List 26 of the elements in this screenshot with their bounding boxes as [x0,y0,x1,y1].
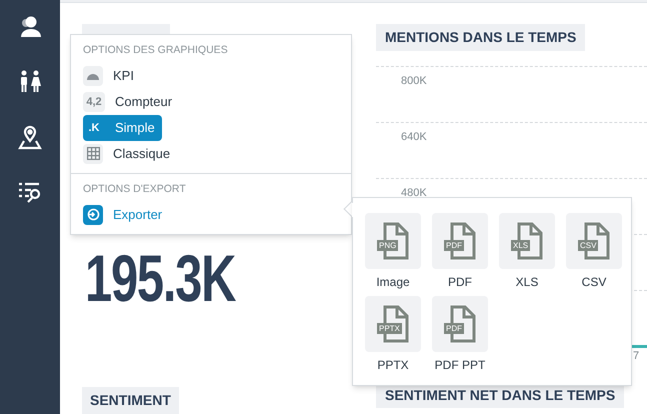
menu-item[interactable]: KPI [83,62,141,89]
chart-title: MENTIONS DANS LE TEMPS [376,24,586,51]
file-type-label: CSV [578,240,598,251]
mentions-value: 195.3K [85,248,237,308]
axis-label: 640K [401,131,427,143]
file-type-label: PDF [444,240,464,251]
map-pin-icon[interactable] [17,124,43,150]
menu-item[interactable]: Classique [83,140,178,167]
number-icon: .K [83,118,105,138]
menu-item[interactable]: 4,2 Compteur [83,88,180,115]
axis-label: 7 [632,349,640,364]
menu-item[interactable]: .K Simple [83,114,162,141]
gauge-icon [86,72,100,80]
file-type-label: PPTX [377,323,402,334]
file-type-label: PNG [377,240,398,251]
file-type-label: XLS [511,240,530,251]
card-title: SENTIMENT [82,387,179,414]
grid-icon [86,147,100,160]
number-icon: 4,2 [83,92,105,112]
menu-section-title: OPTIONS D'EXPORT [83,182,187,197]
axis-label: 800K [401,75,427,87]
axis-label: 480K [401,187,427,199]
export-icon [86,208,100,221]
menu-item[interactable]: Exporter [83,202,170,228]
file-type-label: PDF [444,323,464,334]
menu-section-title: OPTIONS DES GRAPHIQUES [83,43,229,58]
